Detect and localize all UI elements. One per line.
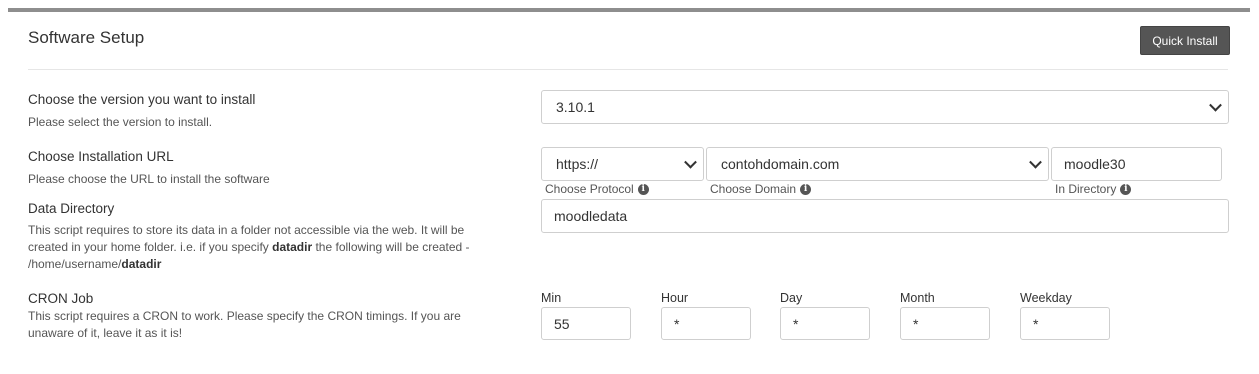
directory-input[interactable]: moodle30 <box>1051 147 1222 181</box>
directory-input-value: moodle30 <box>1064 156 1126 172</box>
cron-month-label: Month <box>900 291 935 305</box>
protocol-select-value: https:// <box>556 156 599 172</box>
cron-day-label: Day <box>780 291 803 305</box>
chevron-down-icon <box>1029 155 1042 169</box>
install-url-description: Please choose the URL to install the sof… <box>28 172 270 186</box>
domain-select[interactable]: contohdomain.com <box>706 147 1049 181</box>
cron-min-input[interactable]: 55 <box>541 307 631 340</box>
cron-hour-label: Hour <box>661 291 689 305</box>
info-icon[interactable]: i <box>637 183 649 195</box>
cron-description: This script requires a CRON to work. Ple… <box>28 309 461 340</box>
version-select[interactable]: 3.10.1 <box>541 90 1229 124</box>
cron-day-input[interactable]: * <box>780 307 870 340</box>
data-directory-description: This script requires to store its data i… <box>28 223 470 271</box>
install-url-label: Choose Installation URL <box>28 149 174 164</box>
cron-month-input[interactable]: * <box>900 307 990 340</box>
protocol-caption: Choose Protocol i <box>545 182 649 196</box>
header-divider <box>28 69 1228 70</box>
version-description: Please select the version to install. <box>28 115 213 129</box>
data-directory-input-value: moodledata <box>554 208 628 224</box>
chevron-down-icon <box>1209 98 1222 112</box>
version-select-value: 3.10.1 <box>556 99 595 115</box>
cron-hour-input[interactable]: * <box>661 307 751 340</box>
version-label: Choose the version you want to install <box>28 92 256 107</box>
domain-select-value: contohdomain.com <box>721 156 840 172</box>
page-title: Software Setup <box>28 28 145 47</box>
quick-install-button[interactable]: Quick Install <box>1140 26 1230 55</box>
domain-caption: Choose Domain i <box>710 182 812 196</box>
cron-label: CRON Job <box>28 291 94 306</box>
top-border <box>8 8 1250 12</box>
cron-weekday-input[interactable]: * <box>1020 307 1110 340</box>
cron-min-label: Min <box>541 291 562 305</box>
data-directory-input[interactable]: moodledata <box>541 199 1229 233</box>
chevron-down-icon <box>684 155 697 169</box>
info-icon[interactable]: i <box>800 183 812 195</box>
cron-weekday-label: Weekday <box>1020 291 1072 305</box>
data-directory-label: Data Directory <box>28 201 115 216</box>
directory-caption: In Directory i <box>1055 182 1132 196</box>
info-icon[interactable]: i <box>1120 183 1132 195</box>
protocol-select[interactable]: https:// <box>541 147 704 181</box>
